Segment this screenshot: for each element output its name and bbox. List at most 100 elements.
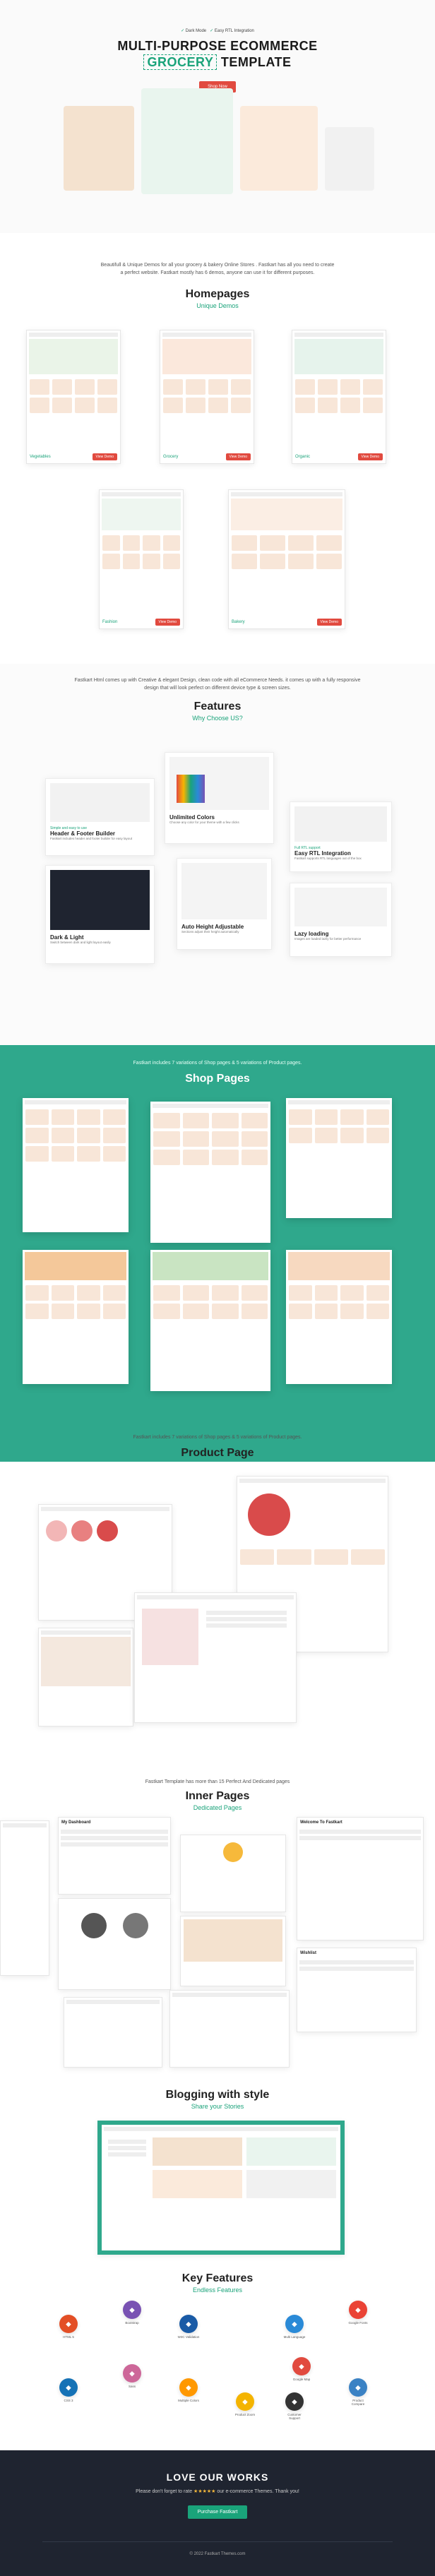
purchase-button[interactable]: Purchase Fastkart xyxy=(187,2505,248,2519)
zoom-icon: ◆ xyxy=(236,2392,254,2411)
key-feature-label: CSS 3 xyxy=(64,2399,73,2402)
css3-icon: ◆ xyxy=(59,2378,78,2397)
view-demo-button[interactable]: View Demo xyxy=(92,453,117,460)
key-feature-label: Customer Support xyxy=(287,2413,302,2420)
key-feature-label: Product Zoom xyxy=(234,2413,256,2416)
feature-card-rtl: Full RTL support Easy RTL Integration Fa… xyxy=(290,801,392,872)
key-feature-item: ◆ Google Fonts xyxy=(346,2301,370,2325)
footer-text-after: our e-commerce Themes. Thank you! xyxy=(217,2489,299,2494)
key-feature-item: ◆ CSS 3 xyxy=(56,2378,81,2402)
w3c-icon: ◆ xyxy=(179,2315,198,2333)
inner-shot-5[interactable] xyxy=(169,1990,290,2068)
key-feature-label: Google Fonts xyxy=(348,2321,368,2325)
blog-section: Blogging with style Share your Stories xyxy=(0,2089,435,2265)
shop-shot-4[interactable] xyxy=(23,1250,129,1384)
key-feature-item: ◆ W3C Validation xyxy=(177,2315,201,2339)
feature-desc: Images are loaded lazily for better perf… xyxy=(294,937,362,941)
hero-device-right xyxy=(240,106,318,191)
feature-card-colors: Unlimited Colors Choose any color for yo… xyxy=(165,752,274,844)
homepage-label-organic: Organic xyxy=(295,455,311,459)
shop-shot-2[interactable] xyxy=(150,1102,270,1243)
tag-dark-mode: Dark Mode xyxy=(185,29,207,33)
inner-shot-team[interactable] xyxy=(58,1898,171,1990)
view-demo-button[interactable]: View Demo xyxy=(357,453,383,460)
footer-text: Please don't forget to rate ★★★★★ our e-… xyxy=(0,2488,435,2494)
blog-title: Blogging with style xyxy=(165,2089,270,2101)
shop-shot-3[interactable] xyxy=(286,1098,392,1218)
globe-icon: ◆ xyxy=(285,2315,304,2333)
hero-title-line2: GROCERY TEMPLATE xyxy=(0,54,435,70)
view-demo-button[interactable]: View Demo xyxy=(316,619,342,626)
homepage-label-grocery: Grocery xyxy=(163,455,179,459)
view-demo-button[interactable]: View Demo xyxy=(225,453,251,460)
feature-title: Dark & Light xyxy=(50,934,84,941)
footer-text-before: Please don't forget to rate xyxy=(136,2489,193,2494)
hero-device-center xyxy=(141,88,233,194)
homepage-card-3[interactable]: Organic View Demo xyxy=(292,330,386,464)
welcome-title: Welcome To Fastkart xyxy=(300,1820,342,1825)
key-features-title: Key Features xyxy=(181,2272,254,2284)
fonts-icon: ◆ xyxy=(349,2301,367,2319)
hero-device-left xyxy=(64,106,134,191)
key-feature-item: ◆ HTML 5 xyxy=(56,2315,81,2339)
support-icon: ◆ xyxy=(285,2392,304,2411)
hero-tags: ✓ Dark Mode ✓ Easy RTL Integration xyxy=(181,29,254,33)
key-feature-item: ◆ Bootstrap xyxy=(120,2301,144,2325)
shop-shot-1[interactable] xyxy=(23,1098,129,1232)
inner-shot-2[interactable] xyxy=(180,1835,286,1912)
wishlist-title: Wishlist xyxy=(300,1951,316,1955)
homepages-section: Beautifull & Unique Demos for all your g… xyxy=(0,261,435,657)
inner-shot-wishlist[interactable]: Wishlist xyxy=(297,1948,417,2032)
key-features-subtitle: Endless Features xyxy=(192,2286,243,2294)
view-demo-button[interactable]: View Demo xyxy=(155,619,180,626)
colors-icon: ◆ xyxy=(179,2378,198,2397)
product-shot-3[interactable] xyxy=(134,1592,297,1723)
product-shot-4[interactable] xyxy=(38,1628,133,1727)
key-feature-label: W3C Validation xyxy=(177,2335,200,2339)
homepages-subtitle: Unique Demos xyxy=(196,302,239,309)
key-feature-label: Google Map xyxy=(292,2378,311,2381)
hero-title: MULTI-PURPOSE ECOMMERCE xyxy=(117,39,318,53)
inner-section: Fastkart Template has more than 15 Perfe… xyxy=(0,1778,435,2075)
intro-text: Beautifull & Unique Demos for all your g… xyxy=(100,263,335,275)
feature-title: Auto Height Adjustable xyxy=(181,924,244,930)
tag-rtl: Easy RTL Integration xyxy=(214,29,254,33)
shop-shot-6[interactable] xyxy=(286,1250,392,1384)
inner-shot-dashboard[interactable]: My Dashboard xyxy=(58,1817,171,1895)
feature-title: Unlimited Colors xyxy=(169,814,215,821)
key-feature-label: Multi Language xyxy=(283,2335,306,2339)
product-title: Product Page xyxy=(181,1447,254,1459)
homepage-card-2[interactable]: Grocery View Demo xyxy=(160,330,254,464)
copyright: © 2022 Fastkart Themes.com xyxy=(42,2541,393,2556)
features-intro: Fastkart Html comes up with Creative & e… xyxy=(74,678,361,691)
feature-card-auto-height: Auto Height Adjustable Sections adjust t… xyxy=(177,858,272,950)
homepage-card-1[interactable]: Vegetables View Demo xyxy=(26,330,121,464)
compare-icon: ◆ xyxy=(349,2378,367,2397)
feature-title: Header & Footer Builder xyxy=(50,830,116,837)
key-features-section: Key Features Endless Features ◆ HTML 5 ◆ Bo… xyxy=(0,2272,435,2442)
key-feature-label: Bootstrap xyxy=(125,2321,139,2325)
footer: LOVE OUR WORKS Please don't forget to ra… xyxy=(0,2450,435,2576)
shop-shot-5[interactable] xyxy=(150,1250,270,1391)
bootstrap-icon: ◆ xyxy=(123,2301,141,2319)
blog-subtitle: Share your Stories xyxy=(191,2103,244,2110)
inner-intro: Fastkart Template has more than 15 Perfe… xyxy=(145,1779,290,1784)
hero-device-phone xyxy=(325,127,374,191)
feature-card-lazy: Lazy loading Images are loaded lazily fo… xyxy=(290,883,392,957)
homepage-label-fashion: Fashion xyxy=(102,620,118,624)
inner-shot-welcome[interactable]: Welcome To Fastkart xyxy=(297,1817,424,1940)
key-feature-label: HTML 5 xyxy=(63,2335,74,2339)
product-intro: Fastkart includes 7 variations of Shop p… xyxy=(133,1435,302,1440)
blog-shot[interactable] xyxy=(97,2121,345,2255)
inner-shot-4[interactable] xyxy=(64,1997,162,2068)
inner-shot-left[interactable] xyxy=(0,1820,49,1976)
inner-shot-3[interactable] xyxy=(180,1916,286,1986)
product-section: Fastkart includes 7 variations of Shop p… xyxy=(0,1433,435,1787)
key-feature-item: ◆ Product Compare xyxy=(346,2378,370,2406)
hero-title-rest: TEMPLATE xyxy=(220,55,292,69)
key-feature-item: ◆ Sass xyxy=(120,2364,144,2388)
features-title: Features xyxy=(193,700,242,712)
key-feature-label: Product Compare xyxy=(351,2399,365,2406)
homepage-card-5[interactable]: Bakery View Demo xyxy=(228,489,345,629)
homepage-card-4[interactable]: Fashion View Demo xyxy=(99,489,184,629)
